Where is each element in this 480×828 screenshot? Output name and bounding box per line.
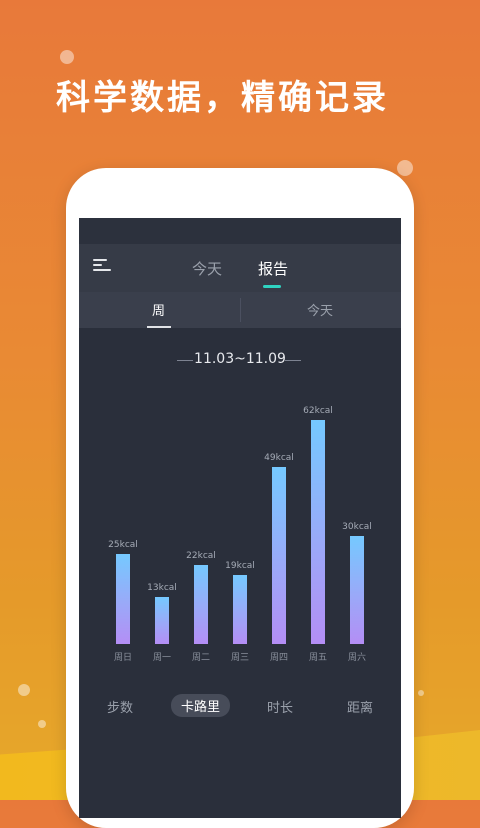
date-range: 11.03~11.09 (194, 351, 286, 367)
status-bar (79, 218, 401, 244)
decor-bubble (60, 50, 74, 64)
bar-value-label: 22kcal (186, 551, 216, 561)
x-tick-label: 周三 (230, 653, 249, 663)
chart-bar (194, 565, 208, 644)
x-tick-label: 周五 (308, 653, 327, 663)
promo-headline: 科学数据，精确记录 (56, 78, 389, 118)
bar-value-label: 49kcal (264, 453, 294, 463)
subtab-divider (240, 298, 241, 322)
decor-bubble (397, 160, 413, 176)
metric-1[interactable]: 卡路里 (171, 694, 231, 717)
metric-0[interactable]: 步数 (107, 697, 133, 716)
metric-3[interactable]: 距离 (347, 697, 373, 716)
x-tick-label: 周四 (269, 653, 288, 663)
chart-bar (233, 575, 247, 644)
phone-screen: 今天 报告 周 今天 11.03~11.09 25kcal 周日 13kcal 周一 2… (79, 218, 401, 818)
decor-bubble (418, 690, 424, 696)
chart-bar (311, 420, 325, 644)
x-tick-label: 周一 (152, 653, 171, 663)
x-tick-label: 周日 (113, 653, 132, 663)
subtab-today[interactable]: 今天 (307, 300, 333, 319)
decor-bubble (18, 684, 30, 696)
chart-bar (272, 467, 286, 644)
bar-value-label: 30kcal (342, 522, 372, 532)
x-tick-label: 周二 (191, 653, 210, 663)
active-tab-indicator (263, 285, 281, 288)
decor-bubble (38, 720, 46, 728)
chart-bar (155, 597, 169, 644)
period-tabs: 周 今天 (79, 292, 401, 328)
menu-icon[interactable] (93, 259, 111, 273)
top-nav-bar: 今天 报告 (79, 244, 401, 292)
calorie-bar-chart: 25kcal 周日 13kcal 周一 22kcal 周二 19kcal 周三 49kcal 周四… (79, 388, 401, 668)
tab-report[interactable]: 报告 (258, 258, 288, 279)
date-dash-right (285, 360, 301, 361)
metric-2[interactable]: 时长 (267, 697, 293, 716)
tab-today[interactable]: 今天 (192, 258, 222, 279)
bar-value-label: 19kcal (225, 561, 255, 571)
bar-value-label: 62kcal (303, 406, 333, 416)
active-subtab-indicator (147, 326, 171, 328)
chart-bar (350, 536, 364, 644)
bar-value-label: 25kcal (108, 540, 138, 550)
subtab-week[interactable]: 周 (152, 300, 165, 319)
bar-value-label: 13kcal (147, 583, 177, 593)
metric-selector: 步数 卡路里 时长 距离 (79, 694, 401, 718)
x-tick-label: 周六 (347, 653, 366, 663)
chart-bar (116, 554, 130, 644)
